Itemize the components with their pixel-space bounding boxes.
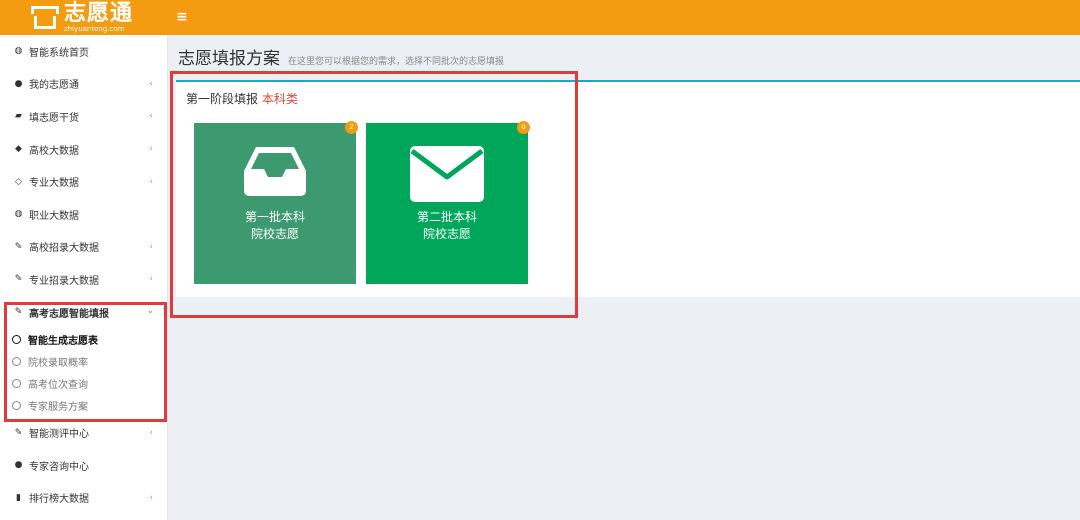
sidebar-subitem-label: 院校录取概率	[28, 357, 88, 369]
sidebar-item-label: 我的志愿通	[29, 80, 79, 92]
sidebar-item-label: 高校大数据	[29, 145, 79, 157]
sidebar-subitem-label: 高考位次查询	[28, 379, 88, 391]
chevron-left-icon: ‹	[149, 427, 153, 438]
sidebar-item-label: 填志愿干货	[29, 112, 79, 124]
tile-label-line2: 院校志愿	[250, 227, 299, 241]
chevron-down-icon: ‹	[146, 310, 157, 314]
sidebar-item-university-admission-data[interactable]: ✎ 高校招录大数据 ‹	[0, 231, 167, 264]
tile-label-line1: 第一批本科	[244, 210, 305, 224]
chevron-left-icon: ‹	[149, 492, 153, 503]
sidebar: ◍ 智能系统首页 ● 我的志愿通 ‹ ▰ 填志愿干货 ‹ ◆ 高校大数据 ‹ ◇…	[0, 35, 168, 520]
book-icon: ▰	[15, 111, 22, 122]
graduation-cap-icon: ◆	[15, 144, 22, 155]
dashboard-icon: ◍	[14, 46, 23, 57]
logo-title: 志愿通	[64, 0, 134, 26]
sidebar-item-major-data[interactable]: ◇ 专业大数据 ‹	[0, 165, 167, 198]
page-header: 志愿填报方案 在这里您可以根据您的需求，选择不同批次的志愿填报	[178, 44, 504, 69]
chevron-left-icon: ‹	[149, 176, 153, 187]
dashboard-icon: ◍	[14, 209, 23, 220]
sidebar-item-home[interactable]: ◍ 智能系统首页	[0, 35, 167, 68]
sidebar-subitem-label: 专家服务方案	[28, 401, 88, 413]
edit-icon: ✎	[14, 274, 23, 285]
sidebar-item-label: 专家咨询中心	[29, 461, 89, 473]
tile-label-line1: 第二批本科	[416, 210, 477, 224]
sidebar-item-rankings[interactable]: ▮ 排行榜大数据 ‹	[0, 482, 167, 515]
bar-chart-icon: ▮	[16, 492, 21, 503]
sidebar-item-label: 排行榜大数据	[29, 494, 89, 506]
chevron-left-icon: ‹	[149, 241, 153, 252]
sidebar-item-my-account[interactable]: ● 我的志愿通 ‹	[0, 68, 167, 101]
sidebar-item-assessment-center[interactable]: ✎ 智能测评中心 ‹	[0, 416, 167, 449]
edit-icon: ✎	[14, 307, 23, 318]
diamond-icon: ◇	[15, 176, 22, 187]
top-bar: 志愿通 zhiyuantong.com ≡	[0, 0, 1080, 35]
circle-icon	[12, 378, 21, 388]
sidebar-item-major-admission-data[interactable]: ✎ 专业招录大数据 ‹	[0, 263, 167, 296]
sidebar-item-label: 专业招录大数据	[29, 275, 99, 287]
sidebar-item-label: 高考志愿智能填报	[29, 308, 109, 320]
tile-label: 第一批本科 院校志愿	[194, 209, 356, 243]
tile-second-batch[interactable]: 0 第二批本科 院校志愿	[366, 121, 530, 284]
inbox-icon	[244, 147, 306, 196]
tile-badge: 0	[517, 121, 530, 134]
sidebar-subitem-generate-form[interactable]: 智能生成志愿表	[0, 328, 167, 350]
envelope-icon	[410, 146, 484, 202]
sidebar-subitem-label: 智能生成志愿表	[28, 335, 98, 347]
sidebar-item-label: 专业大数据	[29, 178, 79, 190]
sidebar-item-expert-consult[interactable]: ● 专家咨询中心	[0, 449, 167, 482]
sidebar-subitem-admission-probability[interactable]: 院校录取概率	[0, 350, 167, 372]
logo-icon	[30, 5, 60, 31]
sidebar-item-career-data[interactable]: ◍ 职业大数据	[0, 198, 167, 231]
chevron-left-icon: ‹	[149, 144, 153, 155]
edit-icon: ✎	[14, 427, 23, 438]
chevron-left-icon: ‹	[149, 78, 153, 89]
sidebar-subitem-expert-service[interactable]: 专家服务方案	[0, 394, 167, 416]
sidebar-subitem-rank-query[interactable]: 高考位次查询	[0, 372, 167, 394]
tile-badge: 2	[345, 121, 358, 134]
page-description: 在这里您可以根据您的需求，选择不同批次的志愿填报	[288, 57, 505, 67]
logo-subtitle: zhiyuantong.com	[64, 24, 125, 33]
sidebar-item-label: 智能测评中心	[29, 429, 89, 441]
circle-icon	[12, 356, 21, 366]
sidebar-item-label: 智能系统首页	[29, 47, 89, 59]
circle-icon	[12, 400, 21, 410]
stage-title-text: 第一阶段填报	[186, 92, 259, 106]
circle-icon	[12, 334, 21, 344]
tile-first-batch[interactable]: 2 第一批本科 院校志愿	[194, 121, 358, 284]
sidebar-item-label: 高校招录大数据	[29, 243, 99, 255]
page-title: 志愿填报方案	[178, 49, 280, 69]
chevron-left-icon: ‹	[149, 111, 153, 122]
chevron-left-icon: ‹	[149, 274, 153, 285]
sidebar-item-label: 职业大数据	[29, 210, 79, 222]
sidebar-item-guides[interactable]: ▰ 填志愿干货 ‹	[0, 100, 167, 133]
stage-panel: 第一阶段填报 本科类 2 第一批本科 院校志愿 0 第二批本科 院校志愿	[176, 80, 1080, 297]
user-icon: ●	[14, 78, 23, 89]
tile-label-line2: 院校志愿	[422, 227, 471, 241]
tile-label: 第二批本科 院校志愿	[366, 209, 528, 243]
stage-category: 本科类	[261, 92, 298, 106]
edit-icon: ✎	[14, 241, 23, 252]
sidebar-group-smart-fill[interactable]: ✎ 高考志愿智能填报 ‹	[0, 296, 167, 329]
stage-title: 第一阶段填报 本科类	[186, 90, 298, 107]
logo[interactable]: 志愿通 zhiyuantong.com	[0, 0, 168, 35]
sidebar-item-university-data[interactable]: ◆ 高校大数据 ‹	[0, 133, 167, 166]
comment-icon: ●	[14, 460, 23, 471]
menu-toggle-icon[interactable]: ≡	[176, 9, 188, 25]
